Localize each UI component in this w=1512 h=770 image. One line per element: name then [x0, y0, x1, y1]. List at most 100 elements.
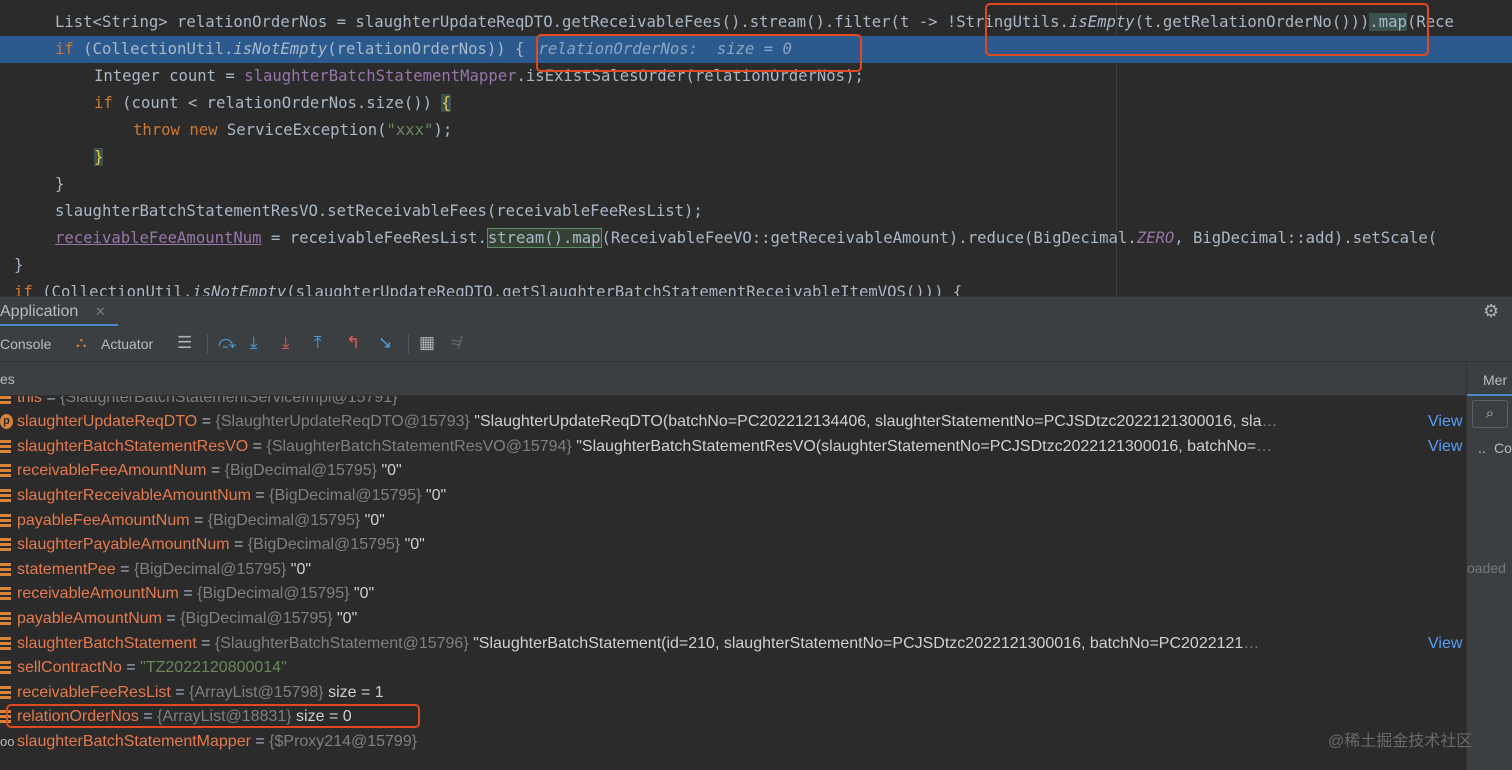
- tab-console[interactable]: Console: [0, 336, 51, 352]
- field-icon: [0, 686, 11, 699]
- view-link[interactable]: View: [1426, 434, 1463, 459]
- field-icon: [0, 587, 11, 600]
- field-icon: [0, 538, 11, 551]
- force-step-into-icon[interactable]: ⤓: [282, 333, 290, 353]
- variable-row-statementPee[interactable]: statementPee = {BigDecimal@15795} "0": [0, 557, 1466, 582]
- code-text: );: [433, 121, 453, 139]
- variable-name: payableAmountNum = {BigDecimal@15795} "0…: [17, 610, 358, 627]
- parameter-icon: p: [0, 414, 13, 429]
- variable-name: receivableFeeResList = {ArrayList@15798}…: [17, 684, 384, 701]
- code-text: ServiceException(: [217, 121, 387, 139]
- code-method-italic: isNotEmpty: [233, 40, 328, 58]
- variable-row-sellContractNo[interactable]: sellContractNo = "TZ2022120800014": [0, 655, 1466, 680]
- code-text: }: [14, 256, 24, 274]
- variable-row-receivableFeeAmountNum[interactable]: receivableFeeAmountNum = {BigDecimal@157…: [0, 458, 1466, 483]
- matched-brace: }: [94, 148, 104, 166]
- string-literal: "xxx": [386, 121, 434, 139]
- variable-name: receivableFeeAmountNum = {BigDecimal@157…: [17, 462, 402, 479]
- code-text: (count < relationOrderNos.size()): [112, 94, 442, 112]
- step-out-icon[interactable]: ⤒: [314, 333, 322, 353]
- code-text: }: [55, 175, 65, 193]
- variable-row-this[interactable]: this = {SlaughterBatchStatementServiceIm…: [0, 396, 1466, 410]
- code-text: , BigDecimal::add).setScale(: [1174, 229, 1447, 247]
- variable-name: payableFeeAmountNum = {BigDecimal@15795}…: [17, 512, 385, 529]
- variable-name: this = {SlaughterBatchStatementServiceIm…: [17, 396, 398, 406]
- run-config-tab[interactable]: Application: [0, 303, 78, 321]
- field-icon: [0, 514, 11, 527]
- loaded-classes-text: oaded: [1467, 560, 1506, 576]
- run-to-cursor-icon[interactable]: ↘: [378, 333, 392, 353]
- view-link[interactable]: View: [1426, 409, 1463, 434]
- column-header-count[interactable]: Co: [1494, 440, 1512, 456]
- code-line-7: }: [0, 171, 1512, 198]
- view-link[interactable]: View: [1426, 631, 1463, 656]
- gear-icon[interactable]: ⚙: [1483, 301, 1499, 322]
- variable-name: slaughterBatchStatementMapper = {$Proxy2…: [17, 733, 418, 750]
- variable-row-payableFeeAmountNum[interactable]: payableFeeAmountNum = {BigDecimal@15795}…: [0, 508, 1466, 533]
- code-field-underlined: receivableFeeAmountNum: [55, 229, 262, 247]
- code-method-italic: isNotEmpty: [192, 283, 287, 296]
- variables-label: es: [0, 371, 15, 387]
- variable-row-receivableFeeResList[interactable]: receivableFeeResList = {ArrayList@15798}…: [0, 680, 1466, 705]
- code-text: (ReceivableFeeVO::getReceivableAmount).r…: [601, 229, 1137, 247]
- field-icon: [0, 489, 11, 502]
- variables-tree[interactable]: this = {SlaughterBatchStatementServiceIm…: [0, 396, 1466, 770]
- field-icon: [0, 396, 11, 404]
- variable-row-slaughterPayableAmountNum[interactable]: slaughterPayableAmountNum = {BigDecimal@…: [0, 532, 1466, 557]
- watch-icon: oo: [0, 734, 15, 749]
- code-line-11: if (CollectionUtil.isNotEmpty(slaughterU…: [0, 279, 1512, 296]
- debugger-toolbar: Console ⛬ Actuator ☰ ⤼ ⤓ ⤓ ⤒ ↰ ↘ ▦ ≉: [0, 326, 1512, 362]
- toolbar-separator: [408, 334, 409, 354]
- variable-row-payableAmountNum[interactable]: payableAmountNum = {BigDecimal@15795} "0…: [0, 606, 1466, 631]
- variable-row-slaughterReceivableAmountNum[interactable]: slaughterReceivableAmountNum = {BigDecim…: [0, 483, 1466, 508]
- variable-name: receivableAmountNum = {BigDecimal@15795}…: [17, 585, 375, 602]
- field-icon: [0, 661, 11, 674]
- field-icon: [0, 563, 11, 576]
- variable-name: slaughterPayableAmountNum = {BigDecimal@…: [17, 536, 425, 553]
- code-field: slaughterBatchStatementMapper: [244, 67, 517, 85]
- field-icon: [0, 637, 11, 650]
- tab-actuator[interactable]: Actuator: [101, 336, 153, 352]
- drop-frame-icon[interactable]: ↰: [346, 333, 360, 353]
- search-icon[interactable]: ⌕: [1472, 400, 1508, 428]
- variable-row-receivableAmountNum[interactable]: receivableAmountNum = {BigDecimal@15795}…: [0, 581, 1466, 606]
- matched-brace: {: [441, 94, 451, 112]
- variable-row-slaughterBatchStatementMapper[interactable]: oo slaughterBatchStatementMapper = {$Pro…: [0, 729, 1466, 754]
- variable-name: slaughterBatchStatement = {SlaughterBatc…: [17, 635, 1260, 652]
- step-over-icon[interactable]: ⤼: [218, 333, 236, 353]
- field-icon: [0, 440, 11, 453]
- code-text: List<String> relationOrderNos = slaughte…: [55, 13, 947, 31]
- variable-name: slaughterReceivableAmountNum = {BigDecim…: [17, 487, 447, 504]
- actuator-icon: ⛬: [76, 334, 87, 351]
- watermark: @稀土掘金技术社区: [1328, 733, 1473, 750]
- tab-memory[interactable]: Mer: [1483, 372, 1507, 388]
- more-button[interactable]: ..: [1478, 440, 1486, 456]
- variable-name: sellContractNo = "TZ2022120800014": [17, 659, 287, 676]
- annotation-box-relationOrderNos: [6, 704, 420, 728]
- keyword: throw: [133, 121, 180, 139]
- code-line-8: slaughterBatchStatementResVO.setReceivab…: [0, 198, 1512, 225]
- evaluate-expression-icon[interactable]: ▦: [419, 333, 435, 353]
- code-editor[interactable]: List<String> relationOrderNos = slaughte…: [0, 0, 1512, 296]
- layout-menu-icon[interactable]: ☰: [177, 333, 192, 353]
- code-line-4: if (count < relationOrderNos.size()) {: [0, 90, 1512, 117]
- variable-row-slaughterBatchStatement[interactable]: slaughterBatchStatement = {SlaughterBatc…: [0, 631, 1466, 656]
- variable-row-slaughterUpdateReqDTO[interactable]: p slaughterUpdateReqDTO = {SlaughterUpda…: [0, 409, 1466, 434]
- field-icon: [0, 612, 11, 625]
- annotation-box-inline-value: [536, 34, 862, 72]
- trace-stream-icon[interactable]: ≉: [451, 333, 460, 353]
- toolbar-separator: [207, 334, 208, 354]
- code-text: (CollectionUtil.: [73, 40, 234, 58]
- step-into-icon[interactable]: ⤓: [250, 333, 258, 353]
- code-text: slaughterBatchStatementResVO.setReceivab…: [55, 202, 703, 220]
- keyword: if: [14, 283, 33, 296]
- memory-panel: Mer ⌕ .. Co oaded: [1466, 362, 1512, 770]
- keyword: if: [94, 94, 113, 112]
- field-icon: [0, 464, 11, 477]
- keyword: if: [55, 40, 74, 58]
- close-tab-icon[interactable]: ✕: [95, 304, 106, 320]
- code-line-10: }: [0, 252, 1512, 279]
- keyword: new: [189, 121, 218, 139]
- annotation-box-filter: [985, 3, 1429, 56]
- variable-row-slaughterBatchStatementResVO[interactable]: slaughterBatchStatementResVO = {Slaughte…: [0, 434, 1466, 459]
